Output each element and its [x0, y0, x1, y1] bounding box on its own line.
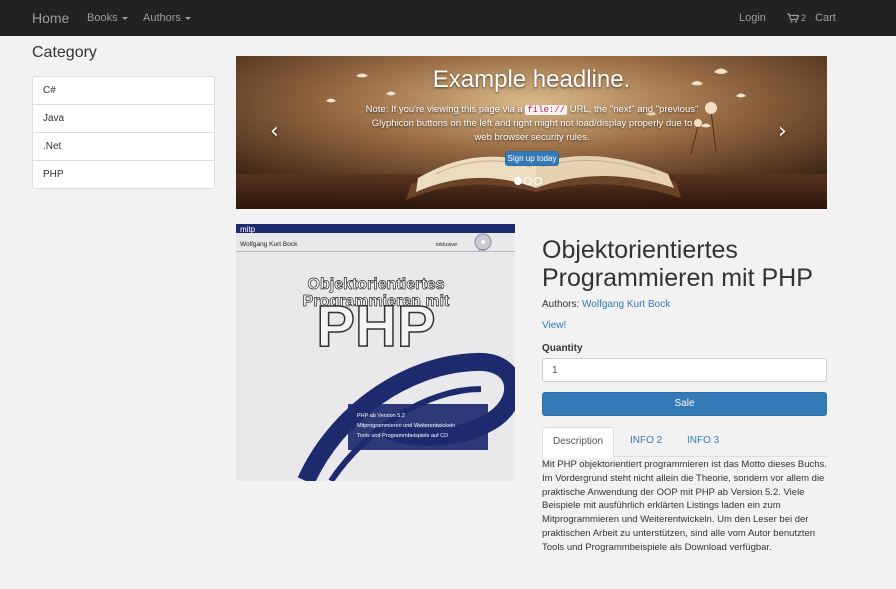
cover-php: PHP: [316, 294, 435, 359]
carousel-indicator[interactable]: [514, 177, 522, 185]
cover-cd-label: CD: [479, 248, 485, 253]
sale-button[interactable]: Sale: [542, 392, 827, 416]
carousel-indicators: [514, 176, 544, 188]
tab-info-2[interactable]: INFO 2: [620, 427, 672, 457]
authors-prefix: Authors:: [542, 299, 583, 310]
caret-down-icon: [121, 16, 128, 20]
carousel-caption: Note: If you're viewing this page via a …: [362, 103, 702, 145]
carousel-headline: Example headline.: [432, 66, 631, 93]
quantity-label: Quantity: [542, 343, 583, 354]
product-authors: Authors: Wolfgang Kurt Bock: [542, 299, 670, 310]
caret-down-icon: [184, 16, 191, 20]
cover-bullet-3: Tools und Programmbeispiele auf CD: [357, 433, 448, 439]
cart-label: Cart: [815, 12, 836, 24]
product-title: Objektorientiertes Programmieren mit PHP: [542, 236, 813, 292]
tab-description[interactable]: Description: [542, 427, 615, 458]
cover-publisher: mitp: [240, 225, 256, 234]
top-navbar: Home Books Authors Login 2 Cart: [0, 0, 896, 36]
cart-link[interactable]: 2 Cart: [787, 0, 836, 36]
cart-count: 2: [801, 13, 807, 23]
login-link[interactable]: Login: [739, 0, 766, 36]
category-item-dotnet[interactable]: .Net: [32, 132, 215, 161]
category-item-java[interactable]: Java: [32, 104, 215, 133]
cover-badge: inklusive: [436, 242, 457, 248]
book-cover-image: mitp Wolfgang Kurt Bock inklusive CD Obj…: [236, 224, 515, 481]
cover-bullet-1: PHP ab Version 5.2: [357, 413, 405, 419]
home-link[interactable]: Home: [32, 0, 69, 36]
chevron-right-icon[interactable]: ›: [778, 120, 787, 144]
tab-info-3[interactable]: INFO 3: [677, 427, 729, 457]
category-item-php[interactable]: PHP: [32, 160, 215, 189]
books-dropdown[interactable]: Books: [87, 0, 128, 36]
carousel-indicator[interactable]: [524, 177, 532, 185]
view-link[interactable]: View!: [542, 320, 566, 331]
category-list: C# Java .Net PHP: [32, 76, 215, 189]
sign-up-button[interactable]: Sign up today: [505, 151, 559, 166]
carousel-indicator[interactable]: [534, 177, 542, 185]
shopping-cart-icon: [787, 13, 799, 23]
cover-title-line1: Objektorientiertes: [308, 276, 445, 293]
caption-code: file://: [525, 105, 568, 115]
authors-label: Authors: [143, 12, 181, 24]
category-heading: Category: [32, 44, 97, 61]
quantity-input[interactable]: [542, 358, 827, 382]
chevron-left-icon[interactable]: ‹: [270, 120, 279, 144]
author-link[interactable]: Wolfgang Kurt Bock: [582, 299, 670, 310]
authors-dropdown[interactable]: Authors: [143, 0, 191, 36]
product-description: Mit PHP objektorientiert programmieren i…: [542, 459, 827, 553]
books-label: Books: [87, 12, 118, 24]
cover-bullet-2: Mitprogrammieren und Weiterentwickeln: [357, 423, 455, 429]
caption-text-start: Note: If you're viewing this page via a: [365, 104, 526, 115]
category-item-csharp[interactable]: C#: [32, 76, 215, 105]
cover-author: Wolfgang Kurt Bock: [240, 241, 298, 248]
product-tabs: Description INFO 2 INFO 3: [542, 427, 827, 458]
hero-carousel: Example headline. Note: If you're viewin…: [236, 56, 827, 209]
